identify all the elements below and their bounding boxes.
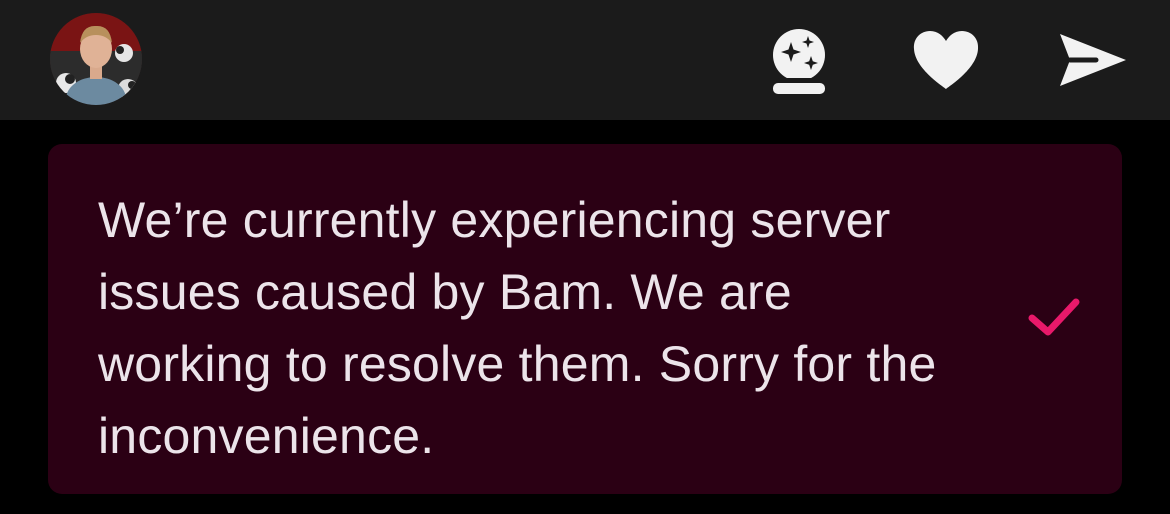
top-bar: [0, 0, 1170, 120]
send-button[interactable]: [1056, 24, 1128, 96]
checkmark-icon: [1028, 298, 1080, 336]
avatar[interactable]: [50, 13, 142, 105]
status-notice-card[interactable]: We’re currently experiencing server issu…: [48, 144, 1122, 494]
like-button[interactable]: [910, 24, 982, 96]
avatar-image: [50, 13, 142, 105]
notice-message: We’re currently experiencing server issu…: [98, 192, 937, 464]
app-screen: We’re currently experiencing server issu…: [0, 0, 1170, 514]
send-icon: [1060, 34, 1126, 86]
heart-icon: [913, 31, 979, 89]
crystal-ball-sparkle-icon: [773, 29, 825, 94]
crystal-ball-button[interactable]: [763, 24, 835, 96]
